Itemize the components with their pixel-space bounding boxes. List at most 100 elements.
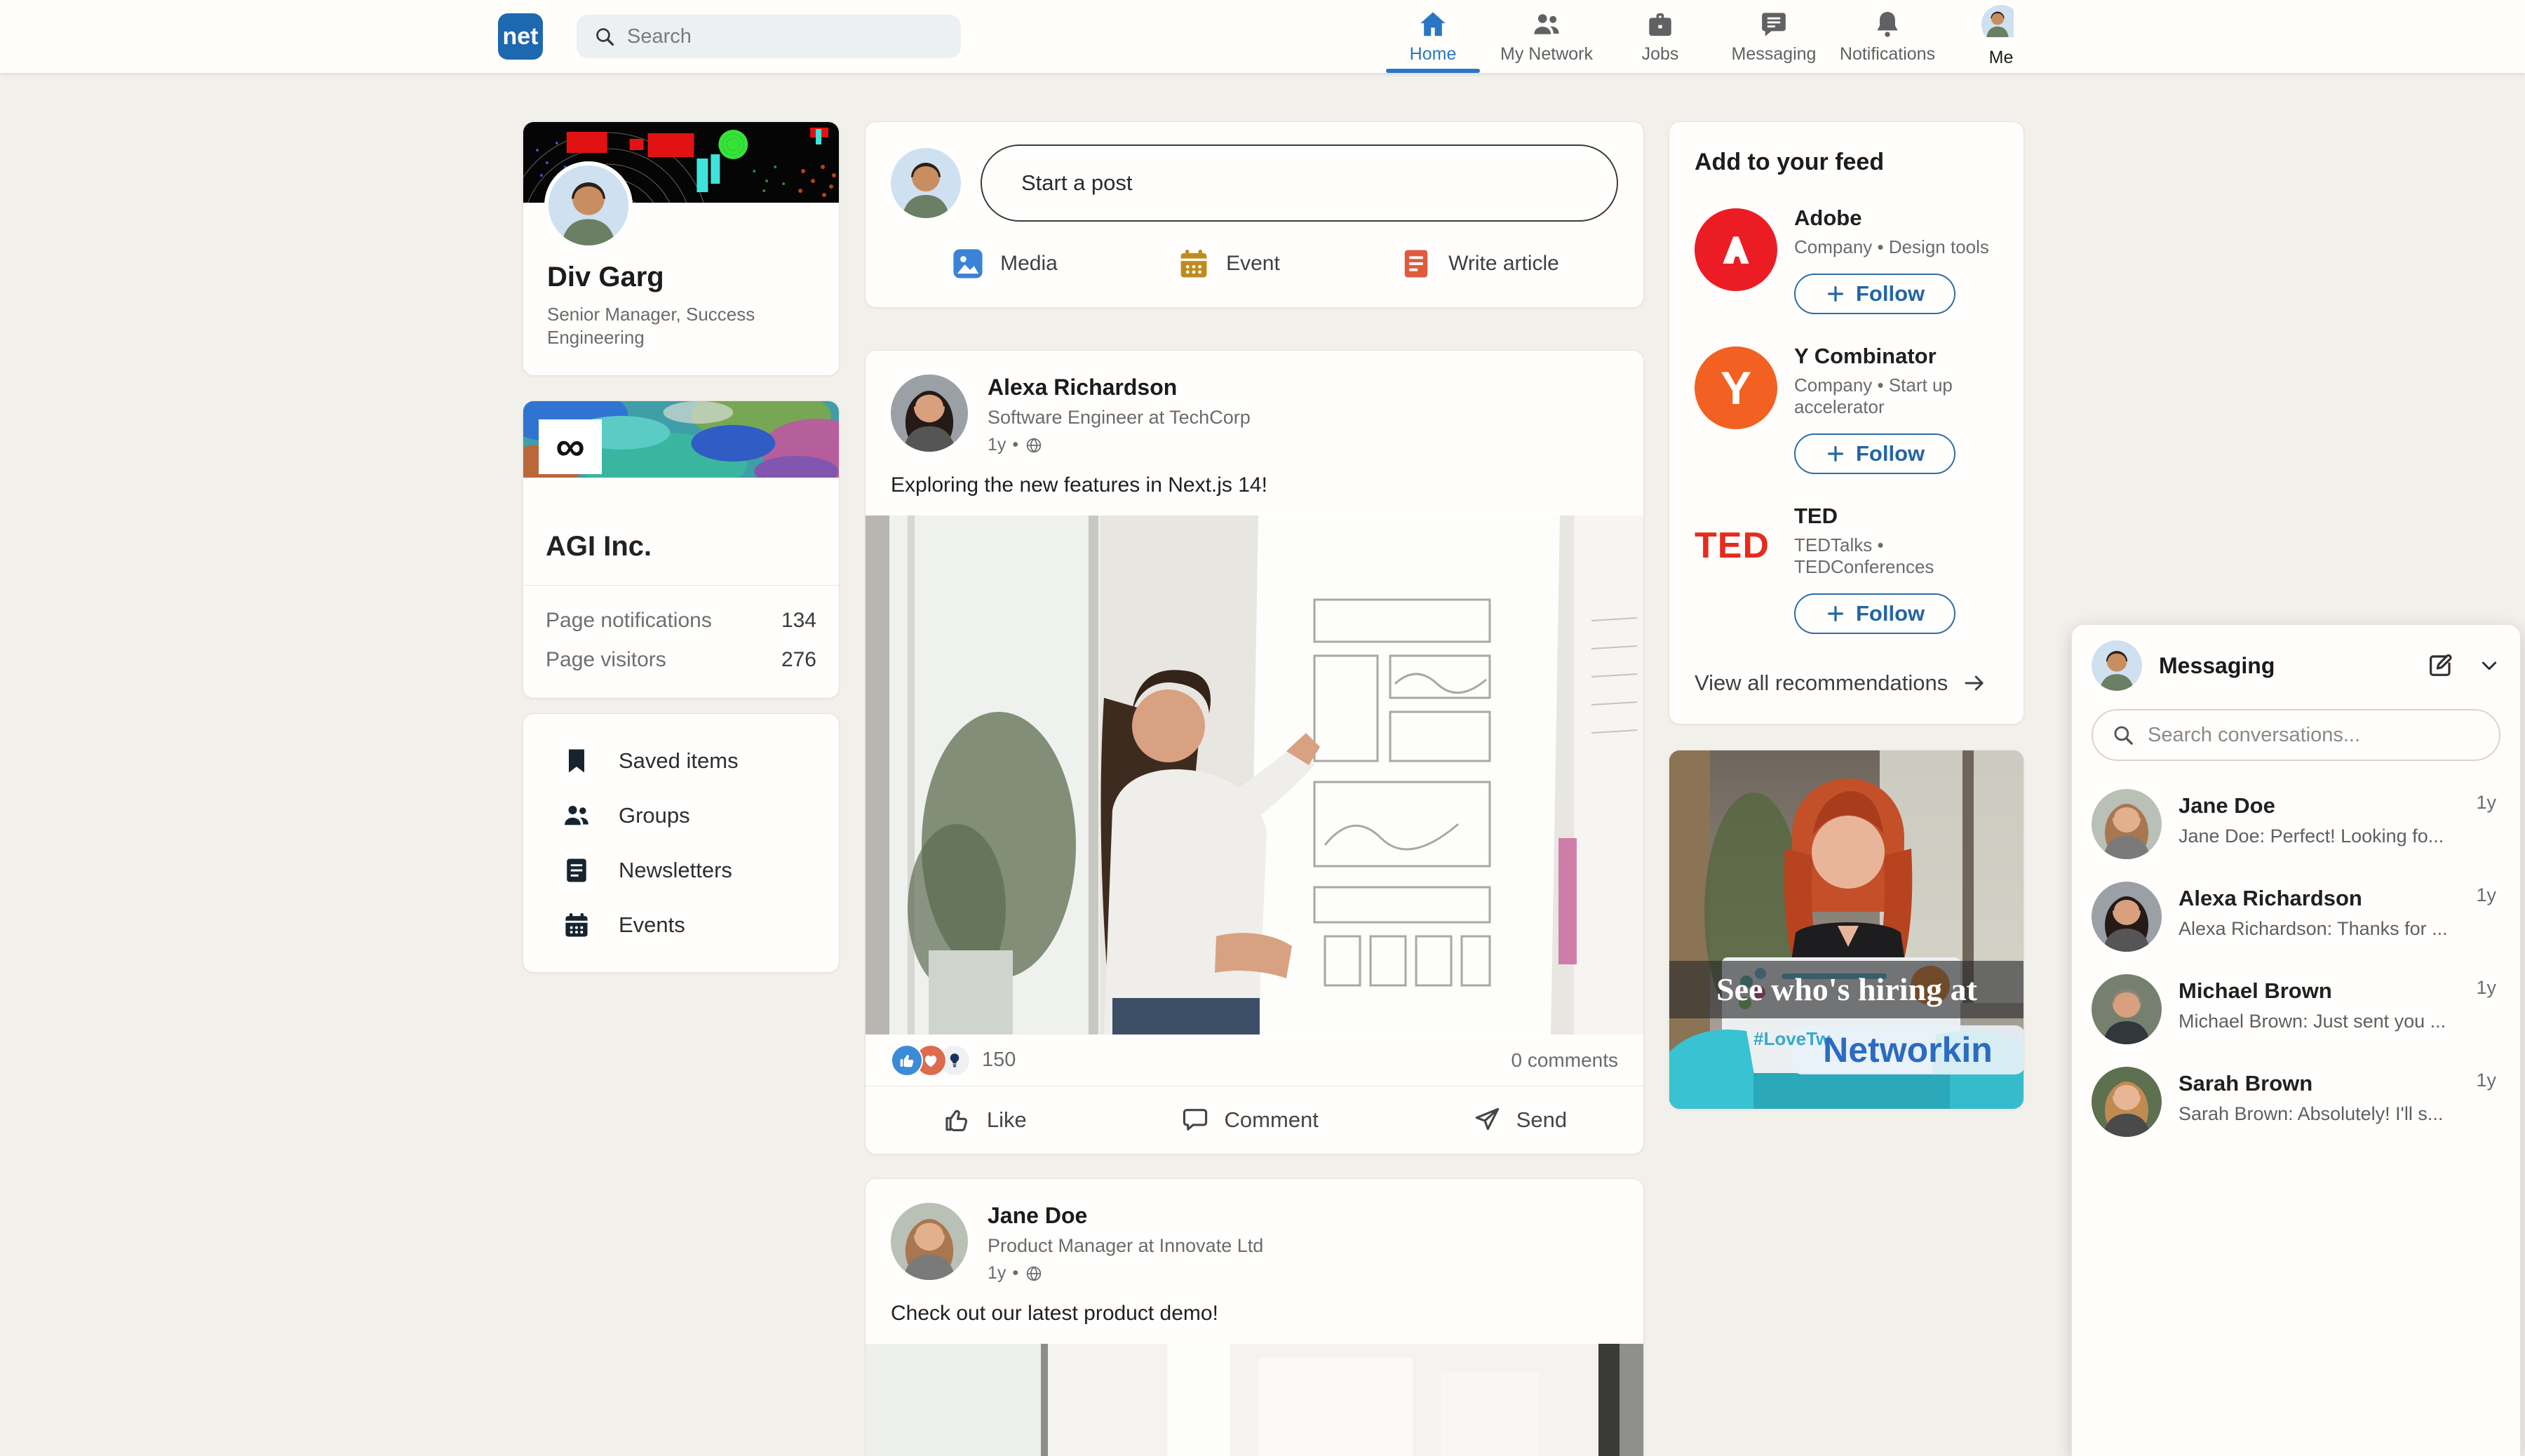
comment-button[interactable]: Comment [1180, 1105, 1319, 1135]
ad-image: See who's hiring at #LoveTw Networkin [1669, 750, 2024, 1110]
reaction-summary[interactable]: 150 [891, 1044, 1016, 1077]
feed-post: Jane Doe Product Manager at Innovate Ltd… [865, 1178, 1644, 1456]
conversation-avatar [2092, 789, 2162, 859]
menu-saved-items[interactable]: Saved items [523, 734, 839, 788]
menu-groups[interactable]: Groups [523, 788, 839, 843]
send-button[interactable]: Send [1472, 1105, 1567, 1135]
start-post-field[interactable]: Start a post [981, 144, 1618, 222]
rec-name[interactable]: Adobe [1794, 205, 1989, 231]
post-author-avatar[interactable] [891, 375, 968, 452]
nav-messaging[interactable]: Messaging [1717, 0, 1831, 73]
stat-row[interactable]: Page visitors 276 [546, 640, 816, 680]
compose-icon[interactable] [2426, 652, 2454, 680]
conversation-avatar [2092, 1067, 2162, 1137]
search-input[interactable] [627, 25, 922, 48]
conversation-search-input[interactable] [2148, 724, 2470, 747]
plus-icon [1825, 283, 1846, 304]
primary-nav: Home My Network Jobs Messaging Notificat… [1376, 0, 2058, 73]
meta-dot: • [1012, 435, 1018, 455]
messaging-panel: Messaging Jane Doe Jane Doe: Perfect! Lo… [2071, 624, 2521, 1456]
nav-notifications[interactable]: Notifications [1831, 0, 1944, 73]
conversation-alexa-richardson[interactable]: Alexa Richardson Alexa Richardson: Thank… [2072, 870, 2520, 963]
app-logo[interactable]: net [498, 13, 543, 60]
menu-label: Events [619, 912, 685, 938]
company-stats: Page notifications 134 Page visitors 276 [523, 585, 839, 698]
composer-avatar[interactable] [891, 148, 961, 218]
view-all-recommendations-link[interactable]: View all recommendations [1695, 670, 1998, 696]
messaging-title: Messaging [2159, 653, 2426, 679]
profile-avatar[interactable] [544, 161, 633, 250]
stat-label: Page notifications [546, 609, 712, 633]
post-image-whiteboard[interactable] [866, 515, 1644, 1034]
plus-icon [1825, 603, 1846, 624]
groups-icon [561, 800, 592, 831]
add-to-feed-title: Add to your feed [1695, 149, 1998, 176]
like-reaction-icon [891, 1044, 923, 1077]
menu-newsletters[interactable]: Newsletters [523, 843, 839, 898]
rec-meta: TEDTalks • TEDConferences [1794, 534, 1998, 578]
company-name[interactable]: AGI Inc. [546, 531, 839, 562]
media-label: Media [1000, 252, 1058, 276]
send-icon [1472, 1105, 1502, 1135]
conversation-time: 1y [2476, 884, 2496, 906]
follow-button[interactable]: Follow [1794, 433, 1955, 474]
feed-rec-adobe: Adobe Company • Design tools Follow [1695, 205, 1998, 314]
menu-events[interactable]: Events [523, 898, 839, 952]
nav-me[interactable]: Me [1944, 0, 2058, 73]
conversation-search[interactable] [2092, 709, 2500, 761]
conversation-michael-brown[interactable]: Michael Brown Michael Brown: Just sent y… [2072, 963, 2520, 1056]
event-icon [1176, 245, 1212, 282]
like-button[interactable]: Like [942, 1105, 1027, 1135]
stat-row[interactable]: Page notifications 134 [546, 601, 816, 640]
feed-rec-ycombinator: Y Y Combinator Company • Start up accele… [1695, 344, 1998, 474]
like-label: Like [987, 1107, 1027, 1133]
bookmark-icon [561, 746, 592, 776]
menu-label: Saved items [619, 748, 739, 774]
globe-icon [1025, 436, 1043, 454]
rec-name[interactable]: Y Combinator [1794, 344, 1998, 369]
post-text: Check out our latest product demo! [866, 1283, 1643, 1344]
comments-count[interactable]: 0 comments [1511, 1049, 1619, 1072]
profile-name[interactable]: Div Garg [547, 262, 839, 293]
adobe-logo[interactable] [1695, 208, 1777, 291]
conversation-list: Jane Doe Jane Doe: Perfect! Looking fo..… [2072, 778, 2520, 1148]
follow-button[interactable]: Follow [1794, 593, 1955, 634]
nav-label: Home [1410, 44, 1457, 65]
chevron-down-icon[interactable] [2478, 654, 2500, 677]
people-icon [1530, 8, 1563, 41]
conversation-time: 1y [2476, 1070, 2496, 1091]
feed-rec-ted: TED TED TEDTalks • TEDConferences Follow [1695, 504, 1998, 634]
conversation-preview: Alexa Richardson: Thanks for ... [2179, 918, 2448, 940]
company-card[interactable]: ∞ AGI Inc. Page notifications 134 Page v… [523, 400, 840, 699]
post-author-avatar[interactable] [891, 1203, 968, 1280]
nav-home[interactable]: Home [1376, 0, 1490, 73]
ycombinator-logo[interactable]: Y [1695, 346, 1777, 429]
messaging-avatar[interactable] [2092, 640, 2142, 691]
write-article-button[interactable]: Write article [1398, 245, 1559, 282]
chat-icon [1758, 8, 1790, 41]
rec-name[interactable]: TED [1794, 504, 1998, 529]
conversation-sarah-brown[interactable]: Sarah Brown Sarah Brown: Absolutely! I'l… [2072, 1056, 2520, 1148]
rec-meta: Company • Design tools [1794, 236, 1989, 258]
conversation-name: Sarah Brown [2179, 1071, 2443, 1096]
post-time: 1y [988, 1263, 1006, 1283]
conversation-jane-doe[interactable]: Jane Doe Jane Doe: Perfect! Looking fo..… [2072, 778, 2520, 870]
conversation-name: Jane Doe [2179, 793, 2444, 818]
newsletter-icon [561, 855, 592, 886]
post-author-name[interactable]: Alexa Richardson [988, 375, 1251, 400]
media-button[interactable]: Media [950, 245, 1058, 282]
view-all-label: View all recommendations [1695, 670, 1948, 696]
event-button[interactable]: Event [1176, 245, 1280, 282]
ted-logo[interactable]: TED [1695, 525, 1777, 634]
nav-label: My Network [1500, 44, 1593, 65]
profile-card[interactable]: Div Garg Senior Manager, Success Enginee… [523, 121, 840, 376]
nav-my-network[interactable]: My Network [1490, 0, 1603, 73]
post-image-demo[interactable] [866, 1344, 1644, 1456]
hiring-ad[interactable]: See who's hiring at #LoveTw Networkin [1669, 750, 2024, 1110]
post-author-name[interactable]: Jane Doe [988, 1203, 1263, 1229]
post-time: 1y [988, 435, 1006, 455]
global-search[interactable] [577, 15, 961, 58]
plus-icon [1825, 443, 1846, 464]
follow-button[interactable]: Follow [1794, 274, 1955, 314]
nav-jobs[interactable]: Jobs [1603, 0, 1717, 73]
